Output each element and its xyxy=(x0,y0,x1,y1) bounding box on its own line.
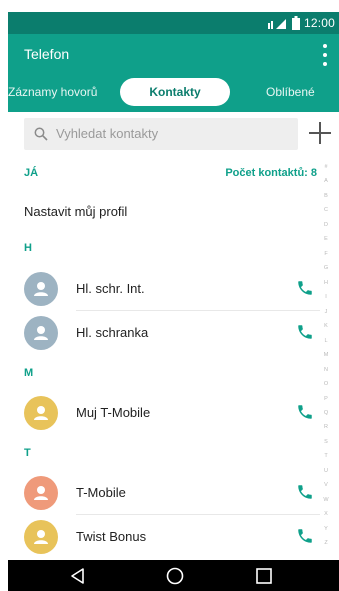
index-letter[interactable]: Q xyxy=(324,410,328,417)
recents-icon[interactable] xyxy=(254,566,274,586)
person-icon xyxy=(34,486,48,500)
tab-favorites[interactable]: Oblíbené xyxy=(266,78,315,106)
status-icons: 12:00 xyxy=(267,15,335,31)
set-profile-item[interactable]: Nastavit můj profil xyxy=(24,204,127,219)
person-icon xyxy=(34,530,48,544)
person-icon xyxy=(34,326,48,340)
app-title: Telefon xyxy=(24,46,70,62)
avatar xyxy=(24,476,58,510)
avatar xyxy=(24,272,58,306)
add-contact-button[interactable] xyxy=(307,120,333,146)
list-item[interactable]: Hl. schr. Int. xyxy=(8,267,320,311)
index-letter[interactable]: H xyxy=(324,280,328,287)
section-header-h: H xyxy=(24,242,32,254)
contact-list: JÁ Počet kontaktů: 8 Nastavit můj profil… xyxy=(8,150,339,560)
index-letter[interactable]: L xyxy=(324,338,327,345)
index-letter[interactable]: F xyxy=(324,251,327,258)
search-row: Vyhledat kontakty xyxy=(24,118,339,150)
alphabet-index-scrollbar[interactable]: # A B C D E F G H I J K L M N O P Q R S T U V W X Y Z xyxy=(321,164,331,547)
avatar xyxy=(24,396,58,430)
search-icon xyxy=(34,127,48,141)
contact-name: T-Mobile xyxy=(76,485,126,500)
contact-name: Hl. schr. Int. xyxy=(76,281,145,296)
list-item[interactable]: Twist Bonus xyxy=(8,515,320,559)
index-letter[interactable]: B xyxy=(324,193,328,200)
person-icon xyxy=(34,406,48,420)
index-letter[interactable]: S xyxy=(324,439,328,446)
status-clock: 12:00 xyxy=(303,16,335,30)
list-item[interactable]: T-Mobile xyxy=(8,471,320,515)
phone-icon[interactable] xyxy=(296,403,314,421)
phone-icon[interactable] xyxy=(296,279,314,297)
index-letter[interactable]: U xyxy=(324,468,328,475)
index-letter[interactable]: A xyxy=(324,179,328,185)
contact-name: Hl. schranka xyxy=(76,325,149,340)
navigation-bar xyxy=(8,560,339,591)
index-letter[interactable]: T xyxy=(324,454,327,460)
section-header-t: T xyxy=(24,447,31,459)
index-letter[interactable]: I xyxy=(325,295,327,301)
signal-icon xyxy=(267,17,288,29)
avatar xyxy=(24,520,58,554)
tab-call-log[interactable]: Záznamy hovorů xyxy=(8,78,97,106)
index-letter[interactable]: W xyxy=(323,497,328,504)
tab-bar: Záznamy hovorů Kontakty Oblíbené xyxy=(8,78,339,108)
section-header-m: M xyxy=(24,367,34,379)
index-letter[interactable]: K xyxy=(324,324,328,330)
index-letter[interactable]: R xyxy=(324,425,328,431)
contact-name: Muj T-Mobile xyxy=(76,405,151,420)
phone-icon[interactable] xyxy=(296,483,314,501)
phone-icon[interactable] xyxy=(296,323,314,341)
person-icon xyxy=(34,282,48,296)
overflow-menu-icon[interactable] xyxy=(321,44,329,66)
contact-name: Twist Bonus xyxy=(76,529,147,544)
avatar xyxy=(24,316,58,350)
status-bar: 12:00 xyxy=(8,12,339,34)
index-letter[interactable]: P xyxy=(324,396,328,403)
index-letter[interactable]: J xyxy=(325,309,328,316)
index-letter[interactable]: C xyxy=(324,208,328,214)
index-letter[interactable]: N xyxy=(324,367,328,374)
phone-icon[interactable] xyxy=(296,527,314,545)
list-item[interactable]: Hl. schranka xyxy=(8,311,320,355)
index-letter[interactable]: D xyxy=(324,222,328,229)
index-letter[interactable]: # xyxy=(324,164,327,171)
index-letter[interactable]: O xyxy=(324,382,328,388)
index-letter[interactable]: Z xyxy=(324,541,327,547)
search-input[interactable]: Vyhledat kontakty xyxy=(24,118,298,150)
home-icon[interactable] xyxy=(165,566,185,586)
back-icon[interactable] xyxy=(68,566,88,586)
index-letter[interactable]: M xyxy=(324,353,329,359)
index-letter[interactable]: E xyxy=(324,237,328,243)
index-letter[interactable]: X xyxy=(324,512,328,518)
battery-icon xyxy=(291,16,300,30)
index-letter[interactable]: Y xyxy=(324,526,328,533)
contact-count: Počet kontaktů: 8 xyxy=(225,167,317,179)
index-letter[interactable]: V xyxy=(324,483,328,489)
app-bar: Telefon Záznamy hovorů Kontakty Oblíbené xyxy=(8,34,339,112)
list-item[interactable]: Muj T-Mobile xyxy=(8,391,320,435)
index-letter[interactable]: G xyxy=(324,266,328,272)
tab-contacts[interactable]: Kontakty xyxy=(120,78,230,106)
search-placeholder: Vyhledat kontakty xyxy=(56,126,159,141)
section-header-me: JÁ xyxy=(24,167,39,179)
